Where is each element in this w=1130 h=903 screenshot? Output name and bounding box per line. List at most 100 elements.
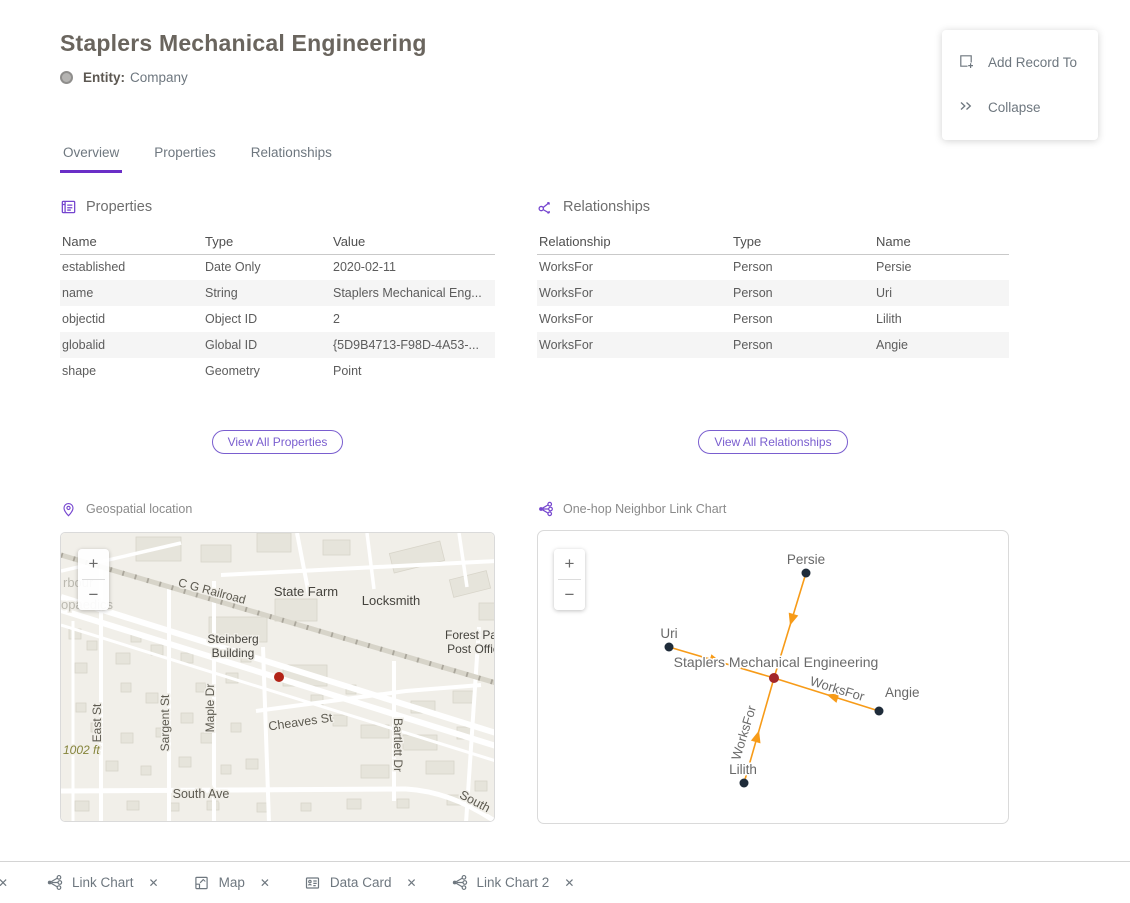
properties-icon (60, 199, 77, 216)
node-label-angie: Angie (885, 685, 920, 700)
node-label-lilith: Lilith (729, 762, 757, 777)
relationship-relationship-link[interactable]: WorksFor (537, 306, 731, 332)
relationships-icon (537, 199, 554, 216)
edge-arrow-icon (789, 613, 799, 626)
map-label: Locksmith (362, 593, 421, 608)
map-label: East St (90, 703, 104, 742)
relationship-type-cell: Person (731, 332, 874, 358)
menu-item-collapse[interactable]: Collapse (942, 85, 1098, 130)
location-marker[interactable] (274, 672, 284, 682)
node-uri[interactable] (665, 643, 674, 652)
map-panel[interactable]: + − (60, 532, 495, 822)
property-cell: 2 (331, 306, 495, 332)
chart-zoom-out-button[interactable]: − (554, 580, 585, 610)
menu-item-add-record-to[interactable]: Add Record To (942, 40, 1098, 85)
relationship-name-link[interactable]: Persie (874, 254, 1009, 280)
view-all-relationships-button[interactable]: View All Relationships (698, 430, 847, 454)
node-label-uri: Uri (660, 626, 677, 641)
workspace-tab-link-chart[interactable]: Link Chart ✕ (46, 874, 159, 891)
property-cell: {5D9B4713-F98D-4A53-... (331, 332, 495, 358)
workspace-tab-label: Link Chart (72, 875, 134, 890)
property-cell: shape (60, 358, 203, 384)
property-row: shapeGeometryPoint (60, 358, 495, 384)
entity-type-icon (60, 71, 73, 84)
add-record-icon (958, 53, 974, 72)
map-label: Steinberg (207, 632, 258, 646)
relationships-title: Relationships (563, 199, 650, 215)
relationship-name-link[interactable]: Uri (874, 280, 1009, 306)
tab-overview[interactable]: Overview (60, 143, 122, 173)
property-cell: Global ID (203, 332, 331, 358)
close-tab-icon[interactable]: ✕ (564, 876, 574, 890)
properties-actions: View All Properties (60, 430, 495, 454)
menu-item-label: Collapse (988, 100, 1041, 115)
workspace-tab-data-card[interactable]: Data Card ✕ (304, 875, 417, 891)
property-cell: 2020-02-11 (331, 254, 495, 280)
property-cell: established (60, 254, 203, 280)
link-chart-section-header: One-hop Neighbor Link Chart (537, 500, 1009, 518)
property-row: nameStringStaplers Mechanical Eng... (60, 280, 495, 306)
relationship-name-link[interactable]: Angie (874, 332, 1009, 358)
property-cell: Staplers Mechanical Eng... (331, 280, 495, 306)
entity-header: Staplers Mechanical Engineering Entity: … (60, 30, 427, 85)
close-tab-icon[interactable]: ✕ (149, 876, 159, 890)
relationship-name-link[interactable]: Lilith (874, 306, 1009, 332)
relationship-row: WorksForPersonAngie (537, 332, 1009, 358)
column-header: Name (60, 230, 203, 254)
edge-arrow-icon (751, 731, 761, 744)
collapse-icon (958, 98, 974, 117)
relationship-row: WorksForPersonUri (537, 280, 1009, 306)
basemap[interactable]: rbouropaedicsC G RailroadState FarmLocks… (61, 533, 495, 822)
map-label: South Ave (173, 787, 230, 801)
entity-row: Entity: Company (60, 70, 427, 85)
column-header: Type (731, 230, 874, 254)
column-header: Name (874, 230, 1009, 254)
page-title: Staplers Mechanical Engineering (60, 30, 427, 57)
node-company[interactable] (769, 673, 779, 683)
close-tab-icon[interactable]: ✕ (260, 876, 270, 890)
map-label: Post Offic (447, 642, 495, 656)
column-header: Relationship (537, 230, 731, 254)
map-label: Maple Dr (203, 684, 217, 733)
property-cell: Object ID (203, 306, 331, 332)
view-all-properties-button[interactable]: View All Properties (212, 430, 344, 454)
property-cell: globalid (60, 332, 203, 358)
link-chart-panel[interactable]: + − WorksForWorksForPersieUriAngieLilith… (537, 530, 1009, 824)
node-persie[interactable] (802, 569, 811, 578)
relationship-relationship-link[interactable]: WorksFor (537, 254, 731, 280)
relationship-relationship-link[interactable]: WorksFor (537, 280, 731, 306)
tab-relationships[interactable]: Relationships (248, 143, 335, 173)
relationship-type-cell: Person (731, 306, 874, 332)
map-zoom-out-button[interactable]: − (78, 580, 109, 610)
workspace-tab-label: Link Chart 2 (477, 875, 550, 890)
map-label: State Farm (274, 584, 338, 599)
left-column: Properties NameTypeValue establishedDate… (60, 198, 495, 822)
map-label: Sargent St (158, 694, 172, 751)
node-lilith[interactable] (740, 779, 749, 788)
node-angie[interactable] (875, 707, 884, 716)
workspace-tab-map[interactable]: Map✕ (193, 875, 270, 891)
menu-item-label: Add Record To (988, 55, 1077, 70)
map-zoom-in-button[interactable]: + (78, 549, 109, 579)
column-header: Type (203, 230, 331, 254)
properties-table: NameTypeValue establishedDate Only2020-0… (60, 230, 495, 384)
link-chart-icon (451, 874, 468, 891)
workspace-tab-link-chart-2[interactable]: Link Chart 2 ✕ (451, 874, 575, 891)
edge-label: WorksFor (808, 673, 867, 704)
chart-zoom-in-button[interactable]: + (554, 549, 585, 579)
relationships-section-header: Relationships (537, 198, 1009, 216)
property-cell: objectid (60, 306, 203, 332)
close-tab-icon[interactable]: ✕ (406, 876, 416, 890)
tab-properties[interactable]: Properties (151, 143, 219, 173)
workspace-tab-label: Data Card (330, 875, 392, 890)
relationship-relationship-link[interactable]: WorksFor (537, 332, 731, 358)
link-chart-icon (537, 501, 554, 517)
property-cell: Geometry (203, 358, 331, 384)
bottom-tab-bar: ✕ Link Chart✕Map✕Data Card✕Link Chart 2✕ (0, 861, 1130, 903)
property-cell: name (60, 280, 203, 306)
property-row: globalidGlobal ID{5D9B4713-F98D-4A53-... (60, 332, 495, 358)
relationship-row: WorksForPersonPersie (537, 254, 1009, 280)
clipped-tab-close-icon[interactable]: ✕ (0, 876, 12, 890)
link-chart-canvas[interactable]: WorksForWorksForPersieUriAngieLilithStap… (538, 531, 1008, 823)
properties-title: Properties (86, 199, 152, 215)
